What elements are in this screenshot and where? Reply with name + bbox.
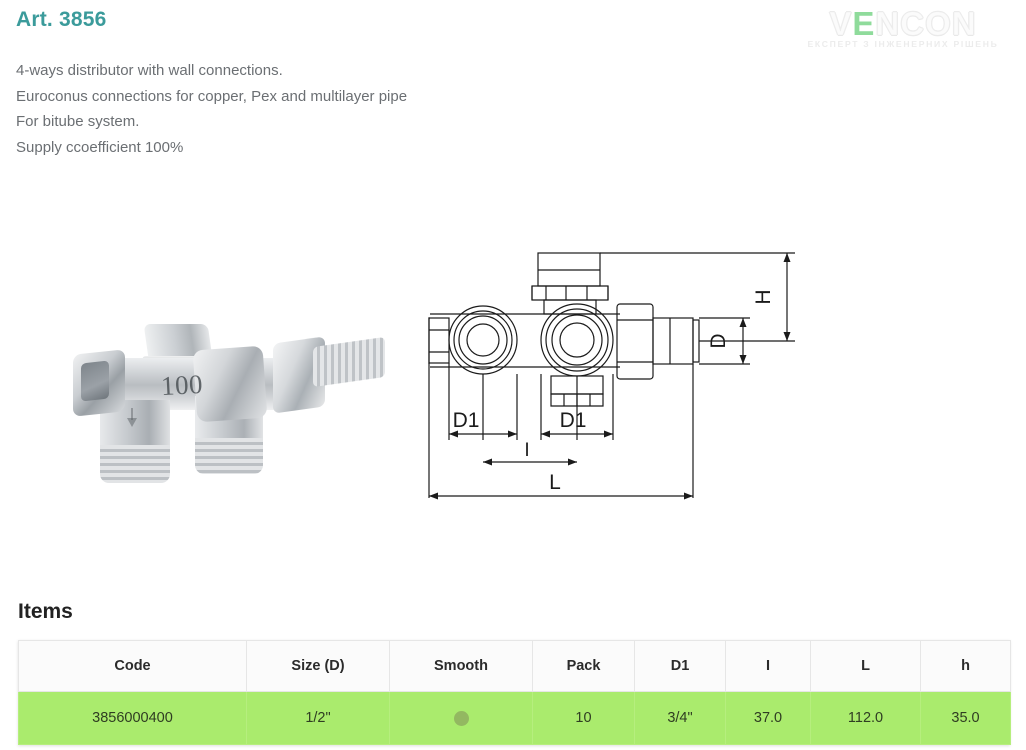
- product-description: 4-ways distributor with wall connections…: [16, 58, 407, 160]
- drawing-label-d1-right: D1: [560, 409, 587, 432]
- photo-right-thread: [313, 336, 385, 388]
- drawing-label-h: H: [752, 289, 775, 304]
- description-line-3: For bitube system.: [16, 113, 140, 130]
- items-table-wrapper: Code Size (D) Smooth Pack D1 I L h 38560…: [18, 640, 1011, 745]
- column-header-pack: Pack: [532, 640, 635, 692]
- technical-drawing-svg: D1 D1 I L H D: [428, 252, 795, 500]
- product-photo: 100: [55, 300, 385, 485]
- column-header-h: h: [920, 640, 1011, 692]
- drawing-label-d: D: [707, 333, 730, 348]
- table-row[interactable]: 3856000400 1/2" 10 3/4" 37.0 112.0 35.0: [18, 691, 1011, 745]
- description-line-1: 4-ways distributor with wall connections…: [16, 62, 283, 79]
- column-header-d1: D1: [634, 640, 726, 692]
- photo-branch-left-thread: [100, 445, 170, 483]
- table-header-row: Code Size (D) Smooth Pack D1 I L h: [18, 640, 1011, 692]
- photo-branch-right-thread: [195, 438, 263, 474]
- drawing-label-i: I: [524, 440, 529, 461]
- column-header-code: Code: [18, 640, 247, 692]
- photo-engraved-marking: 100: [160, 368, 204, 402]
- column-header-i: I: [725, 640, 811, 692]
- items-section-title: Items: [18, 600, 73, 623]
- drawing-label-d1-left: D1: [453, 409, 480, 432]
- logo-letter-v: V: [829, 5, 853, 42]
- description-line-4: Supply ccoefficient 100%: [16, 138, 184, 156]
- cell-size: 1/2": [246, 691, 390, 745]
- smooth-indicator-dot-icon: [453, 710, 469, 726]
- cell-d1: 3/4": [634, 691, 726, 745]
- page-title: Art. 3856: [16, 8, 107, 31]
- cell-i: 37.0: [725, 691, 811, 745]
- logo-letter-e-accent: E: [852, 5, 876, 42]
- items-table: Code Size (D) Smooth Pack D1 I L h 38560…: [18, 640, 1011, 745]
- cell-l: 112.0: [810, 691, 921, 745]
- cell-pack: 10: [532, 691, 635, 745]
- product-datasheet-page: Art. 3856 4-ways distributor with wall c…: [0, 0, 1026, 750]
- cell-smooth: [389, 691, 533, 745]
- drawing-label-l: L: [549, 471, 561, 494]
- photo-left-cap-inner: [81, 360, 109, 402]
- description-line-2: Euroconus connections for copper, Pex an…: [16, 87, 408, 105]
- cell-h: 35.0: [920, 691, 1011, 745]
- logo-wordmark: VENCON: [829, 5, 977, 42]
- photo-hex-nut-middle: [192, 345, 268, 423]
- column-header-smooth: Smooth: [389, 640, 533, 692]
- column-header-l: L: [810, 640, 921, 692]
- vencon-logo: VENCON ЕКСПЕРТ З ІНЖЕНЕРНИХ РІШЕНЬ: [794, 5, 1012, 58]
- cell-code: 3856000400: [18, 691, 247, 745]
- column-header-size: Size (D): [246, 640, 390, 692]
- technical-drawing: D1 D1 I L H D: [405, 240, 825, 510]
- logo-letters-ncon: NCON: [875, 5, 977, 42]
- photo-flow-arrow-icon: [127, 418, 137, 427]
